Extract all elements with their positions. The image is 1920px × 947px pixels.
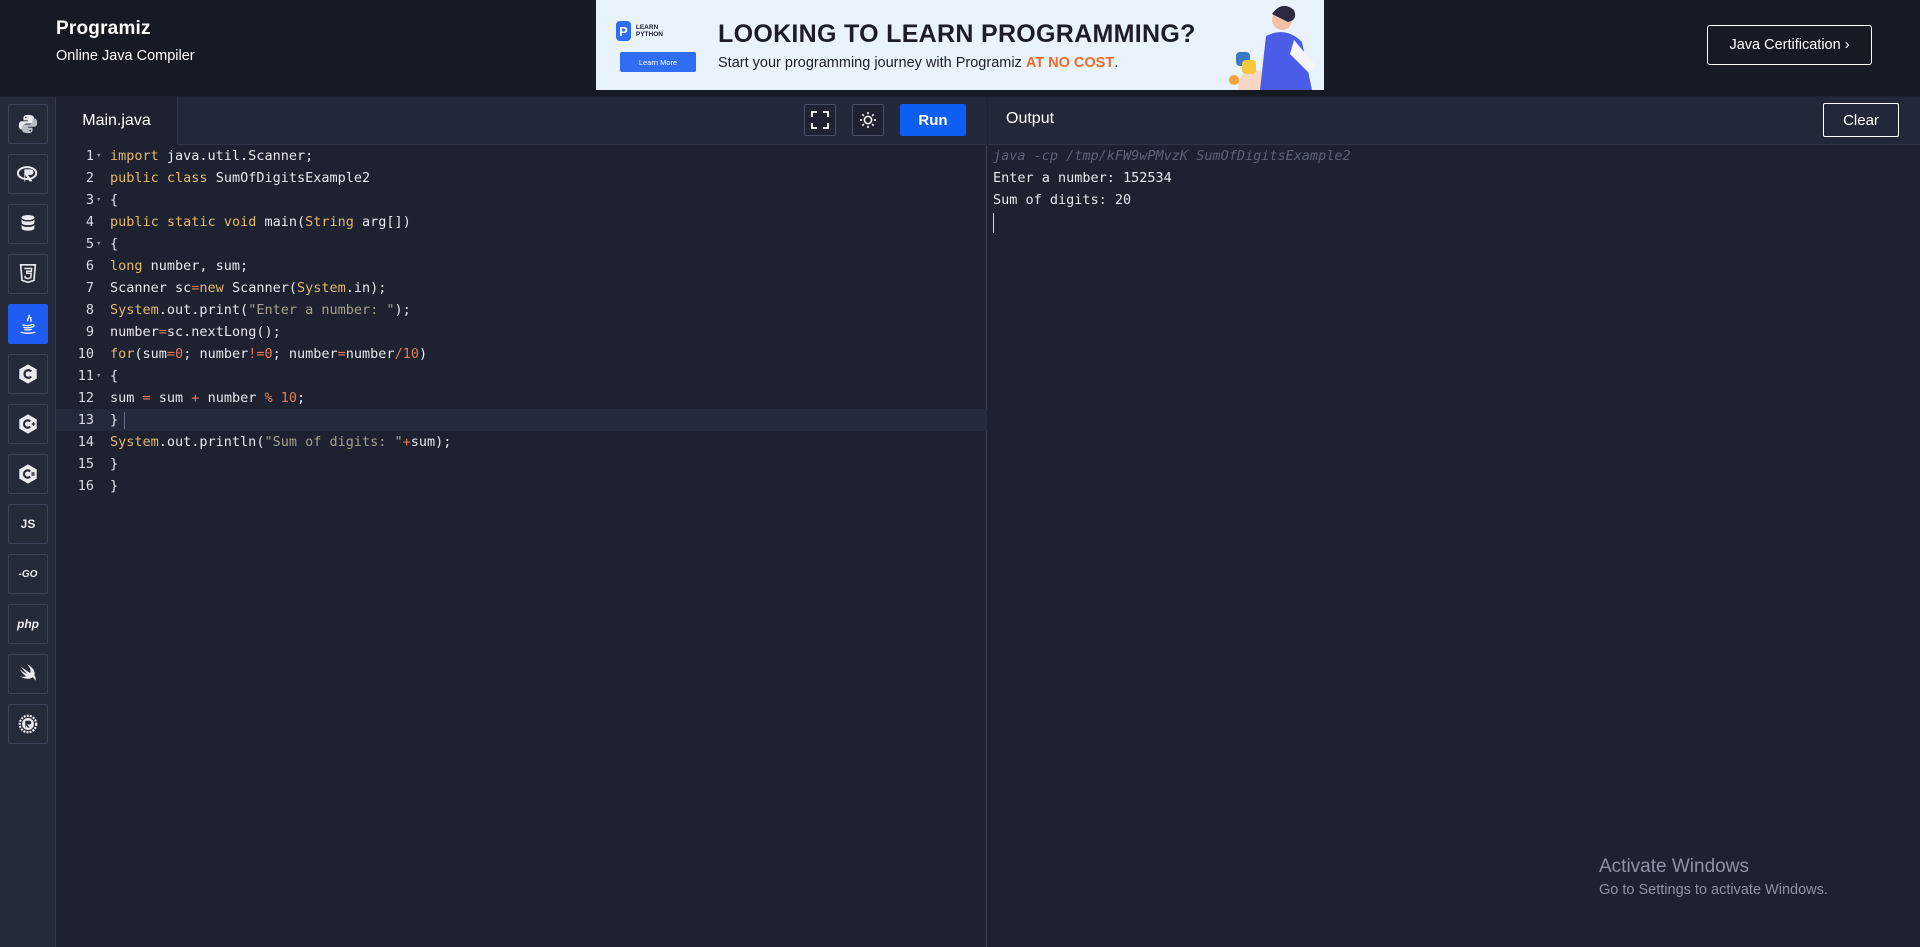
cpp-icon[interactable] <box>8 404 48 444</box>
programiz-p-icon: P <box>616 21 631 41</box>
html5-icon[interactable] <box>8 254 48 294</box>
language-sidebar: JS -GO php <box>0 97 56 947</box>
theme-toggle-button[interactable] <box>852 104 884 136</box>
code-line: 7 Scanner sc=new Scanner(System.in); <box>85 280 387 296</box>
brand[interactable]: Programiz Online Java Compiler <box>56 18 195 64</box>
run-command: java -cp /tmp/kFW9wPMvzK SumOfDigitsExam… <box>993 148 1351 164</box>
code-line: 1 ▾ import java.util.Scanner; <box>85 148 314 164</box>
badge-text: LEARN PYTHON <box>635 24 663 38</box>
illustration-icon <box>1229 5 1316 90</box>
top-header: Programiz Online Java Compiler P LEARN P… <box>0 0 1920 96</box>
code-line: 8 System.out.print("Enter a number: "); <box>85 302 411 318</box>
javascript-label: JS <box>20 517 36 531</box>
ad-subtext: Start your programming journey with Prog… <box>718 55 1118 71</box>
ad-subtext-highlight: AT NO COST <box>1025 55 1115 71</box>
java-certification-button[interactable]: Java Certification › <box>1707 25 1872 65</box>
code-line: 15} <box>77 456 119 472</box>
output-console[interactable]: java -cp /tmp/kFW9wPMvzK SumOfDigitsExam… <box>993 145 1351 233</box>
code-line: 2 public class SumOfDigitsExample2 <box>85 170 371 186</box>
python-icon[interactable] <box>8 104 48 144</box>
code-line: 4 public static void main(String arg[]) <box>85 214 411 230</box>
code-line: 14 System.out.println("Sum of digits: "+s… <box>77 434 452 450</box>
editor-toolbar: Main.java Run <box>56 97 987 145</box>
ad-headline: LOOKING TO LEARN PROGRAMMING? <box>718 20 1196 48</box>
code-line: 16} <box>77 478 119 494</box>
clear-button[interactable]: Clear <box>1823 103 1899 137</box>
console-caret <box>993 213 994 233</box>
code-line: 9 number=sc.nextLong(); <box>85 324 281 340</box>
code-line: 6 long number, sum; <box>85 258 249 274</box>
code-area[interactable]: 1 ▾ import java.util.Scanner; 2 public clas… <box>56 145 987 497</box>
code-line: 3 ▾{ <box>85 192 119 208</box>
activate-windows-watermark: Activate Windows Go to Settings to activ… <box>1599 856 1828 898</box>
rust-icon[interactable] <box>8 704 48 744</box>
run-button[interactable]: Run <box>900 104 966 136</box>
output-title: Output <box>1006 110 1055 127</box>
go-icon[interactable]: -GO <box>8 554 48 594</box>
watermark-subtitle: Go to Settings to activate Windows. <box>1599 882 1828 898</box>
code-line: 12 sum = sum + number % 10; <box>77 390 306 406</box>
code-line: 5 ▾{ <box>85 236 119 252</box>
page-title: Online Java Compiler <box>56 48 195 64</box>
watermark-title: Activate Windows <box>1599 856 1749 877</box>
programiz-logo[interactable]: Programiz <box>56 18 195 40</box>
go-label: -GO <box>18 568 38 580</box>
r-icon[interactable] <box>8 154 48 194</box>
fullscreen-button[interactable] <box>804 104 836 136</box>
ad-subtext-end: . <box>1114 55 1119 71</box>
output-toolbar: Output Clear <box>988 97 1920 145</box>
input-line[interactable] <box>993 211 1351 233</box>
fullscreen-icon <box>811 111 829 129</box>
ad-banner[interactable]: P LEARN PYTHON Learn More LOOKING TO LEA… <box>596 0 1324 90</box>
database-icon[interactable] <box>8 204 48 244</box>
output-line: Sum of digits: 20 <box>993 192 1132 208</box>
ad-subtext-main: Start your programming journey with Prog… <box>718 55 1022 71</box>
code-editor-panel: Main.java Run 1 ▾ import java.util.Scanner… <box>56 97 987 947</box>
text-cursor <box>124 411 126 429</box>
csharp-icon[interactable] <box>8 454 48 494</box>
php-icon[interactable]: php <box>8 604 48 644</box>
c-icon[interactable] <box>8 354 48 394</box>
php-label: php <box>17 617 39 631</box>
code-line: 10 for(sum=0; number!=0; number=number/10… <box>77 346 428 362</box>
tab-main-java[interactable]: Main.java <box>56 97 178 145</box>
learn-python-badge: P LEARN PYTHON <box>616 18 674 44</box>
javascript-icon[interactable]: JS <box>8 504 48 544</box>
learn-more-button[interactable]: Learn More <box>620 52 696 72</box>
java-icon[interactable] <box>8 304 48 344</box>
swift-icon[interactable] <box>8 654 48 694</box>
code-line-active: 13} <box>56 409 987 431</box>
output-panel: Output Clear java -cp /tmp/kFW9wPMvzK Su… <box>988 97 1920 947</box>
output-line: Enter a number: 152534 <box>993 170 1172 186</box>
sun-icon <box>860 112 876 128</box>
code-line: 11 ▾{ <box>77 368 119 384</box>
